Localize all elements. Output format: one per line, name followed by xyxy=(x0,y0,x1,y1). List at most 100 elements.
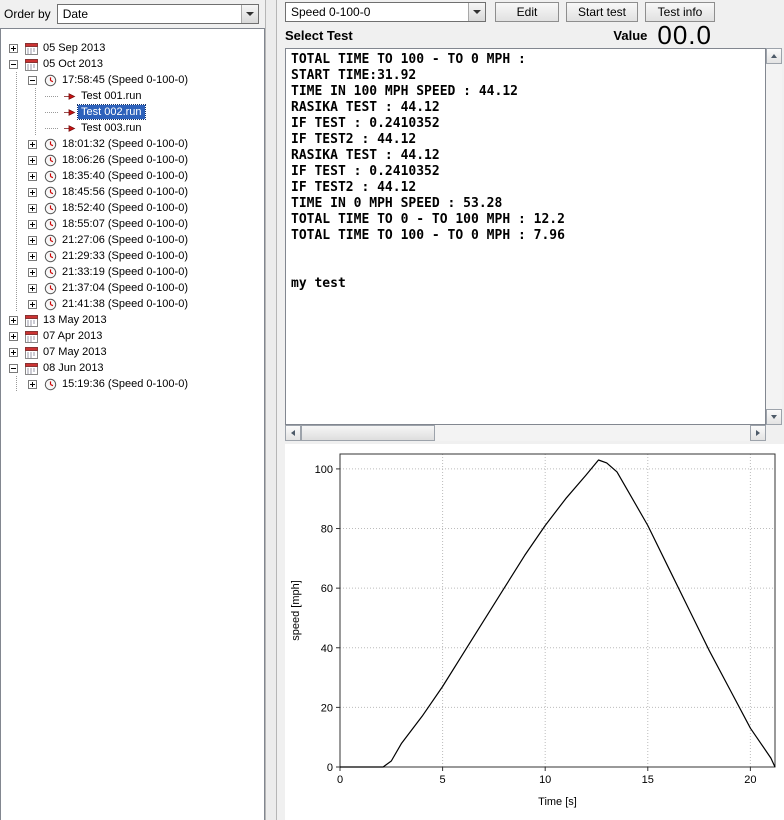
test-results-text[interactable]: TOTAL TIME TO 100 - TO 0 MPH : START TIM… xyxy=(285,48,766,425)
tree-item-label[interactable]: Test 001.run xyxy=(78,89,145,103)
expander-plus-icon[interactable] xyxy=(23,216,42,232)
expander-plus-icon[interactable] xyxy=(23,232,42,248)
tree-item[interactable]: Test 003.run xyxy=(1,120,264,136)
tree-item[interactable]: 17:58:45 (Speed 0-100-0) xyxy=(1,72,264,88)
tree-item[interactable]: 21:37:04 (Speed 0-100-0) xyxy=(1,280,264,296)
svg-text:20: 20 xyxy=(321,702,333,714)
expander-plus-icon[interactable] xyxy=(23,296,42,312)
test-info-button[interactable]: Test info xyxy=(645,2,715,22)
tree-item[interactable]: 08 Jun 2013 xyxy=(1,360,264,376)
vertical-scrollbar[interactable] xyxy=(766,48,782,425)
expander-plus-icon[interactable] xyxy=(23,264,42,280)
clock-icon xyxy=(42,186,59,199)
expander-plus-icon[interactable] xyxy=(23,248,42,264)
tree-item-label[interactable]: 07 Apr 2013 xyxy=(40,329,105,343)
clock-icon xyxy=(42,138,59,151)
expander-plus-icon[interactable] xyxy=(23,184,42,200)
tree-item-label[interactable]: 21:29:33 (Speed 0-100-0) xyxy=(59,249,191,263)
scroll-up-icon[interactable] xyxy=(766,48,782,64)
expander-plus-icon[interactable] xyxy=(4,328,23,344)
tree-item-label[interactable]: 05 Sep 2013 xyxy=(40,41,108,55)
expander-plus-icon[interactable] xyxy=(23,136,42,152)
tree-item-label[interactable]: 18:06:26 (Speed 0-100-0) xyxy=(59,153,191,167)
tree-item-label[interactable]: 13 May 2013 xyxy=(40,313,110,327)
tree-item[interactable]: 18:45:56 (Speed 0-100-0) xyxy=(1,184,264,200)
select-test-row: Select Test Value 00.0 xyxy=(285,22,784,48)
tree-item-label[interactable]: 18:52:40 (Speed 0-100-0) xyxy=(59,201,191,215)
tree-item-label[interactable]: 18:01:32 (Speed 0-100-0) xyxy=(59,137,191,151)
chevron-down-icon[interactable] xyxy=(468,3,485,21)
tree-item-label[interactable]: 05 Oct 2013 xyxy=(40,57,106,71)
expander-plus-icon[interactable] xyxy=(23,200,42,216)
tree-item-label[interactable]: 17:58:45 (Speed 0-100-0) xyxy=(59,73,191,87)
expander-plus-icon[interactable] xyxy=(23,280,42,296)
tree-item-label[interactable]: 08 Jun 2013 xyxy=(40,361,107,375)
expander-minus-icon[interactable] xyxy=(23,72,42,88)
svg-text:Time [s]: Time [s] xyxy=(538,796,577,808)
expander-plus-icon[interactable] xyxy=(4,40,23,56)
tree-item[interactable]: 05 Oct 2013 xyxy=(1,56,264,72)
tree-guide-lines xyxy=(4,264,23,280)
svg-text:0: 0 xyxy=(327,762,333,774)
scroll-down-icon[interactable] xyxy=(766,409,782,425)
tree-guide-lines xyxy=(4,200,23,216)
tree-item-label[interactable]: 21:37:04 (Speed 0-100-0) xyxy=(59,281,191,295)
run-browser-panel: Order by Date 05 Sep 2013 05 Oct 2013 17:5… xyxy=(0,0,265,820)
tree-item[interactable]: Test 002.run xyxy=(1,104,264,120)
clock-icon xyxy=(42,282,59,295)
tree-item[interactable]: 21:27:06 (Speed 0-100-0) xyxy=(1,232,264,248)
tree-item[interactable]: 18:55:07 (Speed 0-100-0) xyxy=(1,216,264,232)
test-type-select[interactable]: Speed 0-100-0 xyxy=(285,2,486,22)
order-by-select[interactable]: Date xyxy=(57,4,259,24)
expander-plus-icon[interactable] xyxy=(23,376,42,392)
expander-plus-icon[interactable] xyxy=(23,152,42,168)
expander-plus-icon[interactable] xyxy=(4,312,23,328)
tree-item-label[interactable]: Test 003.run xyxy=(78,121,145,135)
expander-minus-icon[interactable] xyxy=(4,56,23,72)
tree-item-label[interactable]: 18:55:07 (Speed 0-100-0) xyxy=(59,217,191,231)
tree-item-label[interactable]: 21:41:38 (Speed 0-100-0) xyxy=(59,297,191,311)
svg-text:5: 5 xyxy=(440,774,446,786)
speed-chart: 05101520020406080100Time [s]speed [mph] xyxy=(285,444,784,820)
tree-item[interactable]: 18:35:40 (Speed 0-100-0) xyxy=(1,168,264,184)
tree-item[interactable]: 18:52:40 (Speed 0-100-0) xyxy=(1,200,264,216)
tree-item[interactable]: 15:19:36 (Speed 0-100-0) xyxy=(1,376,264,392)
tree-item[interactable]: 18:01:32 (Speed 0-100-0) xyxy=(1,136,264,152)
tree-item-label[interactable]: 07 May 2013 xyxy=(40,345,110,359)
tree-item-label[interactable]: 18:35:40 (Speed 0-100-0) xyxy=(59,169,191,183)
scroll-right-icon[interactable] xyxy=(750,425,766,441)
value-label: Value xyxy=(613,28,647,43)
tree-item-label[interactable]: Test 002.run xyxy=(78,105,145,119)
chevron-down-icon[interactable] xyxy=(241,5,258,23)
tree-item[interactable]: Test 001.run xyxy=(1,88,264,104)
edit-button[interactable]: Edit xyxy=(495,2,559,22)
horizontal-scrollbar[interactable] xyxy=(285,425,766,441)
tree-item[interactable]: 21:41:38 (Speed 0-100-0) xyxy=(1,296,264,312)
tree-item[interactable]: 21:29:33 (Speed 0-100-0) xyxy=(1,248,264,264)
tree-item-label[interactable]: 18:45:56 (Speed 0-100-0) xyxy=(59,185,191,199)
panel-splitter[interactable] xyxy=(265,0,277,820)
results-area: TOTAL TIME TO 100 - TO 0 MPH : START TIM… xyxy=(285,48,782,441)
order-by-selected-value: Date xyxy=(58,7,241,21)
tree-item[interactable]: 07 May 2013 xyxy=(1,344,264,360)
tree-item[interactable]: 21:33:19 (Speed 0-100-0) xyxy=(1,264,264,280)
scrollbar-thumb[interactable] xyxy=(301,425,435,441)
expander-plus-icon[interactable] xyxy=(4,344,23,360)
order-by-label: Order by xyxy=(4,7,51,21)
tree-item[interactable]: 18:06:26 (Speed 0-100-0) xyxy=(1,152,264,168)
tree-item[interactable]: 05 Sep 2013 xyxy=(1,40,264,56)
calendar-icon xyxy=(23,314,40,327)
tree-item-label[interactable]: 21:33:19 (Speed 0-100-0) xyxy=(59,265,191,279)
expander-minus-icon[interactable] xyxy=(4,360,23,376)
clock-icon xyxy=(42,266,59,279)
expander-plus-icon[interactable] xyxy=(23,168,42,184)
scroll-left-icon[interactable] xyxy=(285,425,301,441)
calendar-icon xyxy=(23,42,40,55)
clock-icon xyxy=(42,378,59,391)
svg-text:60: 60 xyxy=(321,583,333,595)
tree-item[interactable]: 07 Apr 2013 xyxy=(1,328,264,344)
tree-item[interactable]: 13 May 2013 xyxy=(1,312,264,328)
start-test-button[interactable]: Start test xyxy=(566,2,638,22)
tree-item-label[interactable]: 15:19:36 (Speed 0-100-0) xyxy=(59,377,191,391)
tree-item-label[interactable]: 21:27:06 (Speed 0-100-0) xyxy=(59,233,191,247)
